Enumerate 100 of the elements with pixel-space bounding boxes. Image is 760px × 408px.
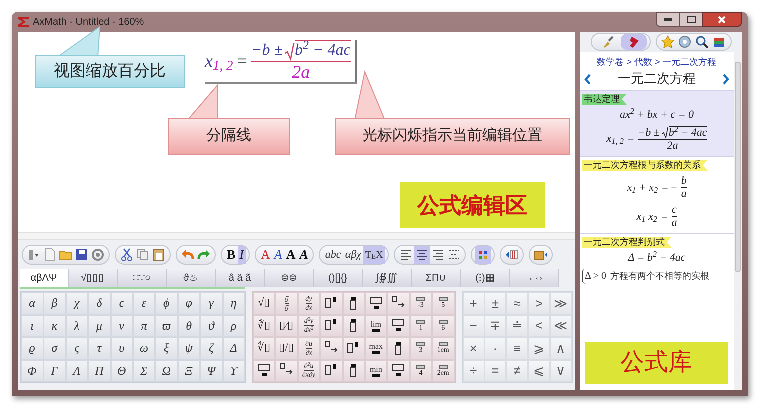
greek-symbol-key[interactable]: ϱ [21,337,44,360]
bold-italic-button[interactable]: A [298,246,310,264]
template-key[interactable] [364,292,388,314]
greek-symbol-key[interactable]: υ [110,337,134,360]
template-key[interactable] [387,360,410,382]
greek-symbol-key[interactable]: χ [66,292,88,314]
star-button[interactable] [660,34,676,50]
greek-symbol-key[interactable]: Λ [66,360,88,382]
greek-symbol-key[interactable]: ϖ [155,314,178,337]
greek-mode-button[interactable]: αβχ [343,246,364,264]
template-key[interactable] [342,360,366,382]
greek-symbol-key[interactable]: ρ [222,314,246,337]
greek-symbol-key[interactable]: Σ [132,360,156,382]
template-key[interactable] [387,337,410,360]
symbol-tab[interactable]: ∫∯∭ [363,269,412,287]
greek-symbol-key[interactable]: Ξ [178,360,200,382]
greek-symbol-key[interactable]: ξ [155,337,178,360]
greek-symbol-key[interactable]: θ [178,314,200,337]
operator-key[interactable]: × [462,337,485,360]
symbol-tab[interactable]: â ä ã [216,269,265,287]
template-key[interactable] [275,360,298,382]
greek-symbol-key[interactable]: ϕ [155,292,178,314]
greek-symbol-key[interactable]: Δ [222,337,246,360]
bold-style-button[interactable]: A [284,246,298,264]
template-key[interactable]: max [364,337,388,360]
greek-symbol-key[interactable]: φ [178,292,200,314]
italic-button[interactable]: I [238,246,246,264]
greek-symbol-key[interactable]: ε [132,292,156,314]
template-key[interactable] [252,360,276,382]
greek-symbol-key[interactable]: τ [88,337,111,360]
symbol-tab[interactable]: ϑ♨ [167,269,216,287]
template-key[interactable] [320,292,343,314]
bold-button[interactable]: B [225,246,238,264]
template-key[interactable] [320,314,343,337]
template-key[interactable]: ∜▯ [252,337,276,360]
color-grid-button[interactable] [475,246,492,264]
operator-key[interactable]: ∨ [550,360,572,382]
template-key[interactable] [342,314,366,337]
greek-symbol-key[interactable]: Ω [155,360,178,382]
greek-symbol-key[interactable]: ϵ [110,292,134,314]
template-key[interactable]: lim [364,314,388,337]
previous-icon[interactable] [584,74,591,84]
symbol-tab[interactable]: →⇔ [510,269,559,287]
operator-key[interactable]: = [484,360,506,382]
symbol-tab[interactable]: ∷∵○ [118,269,167,287]
greek-symbol-key[interactable]: ϑ [200,314,223,337]
greek-symbol-key[interactable]: ψ [178,337,200,360]
maximize-button[interactable] [680,12,702,27]
scrollbar-thumb[interactable] [735,62,741,272]
template-key[interactable] [387,314,410,337]
greek-symbol-key[interactable]: Θ [110,360,134,382]
minimize-button[interactable] [656,12,680,27]
template-key[interactable]: ▯⁄▯ [275,314,298,337]
operator-key[interactable]: ⩽ [528,360,550,382]
greek-symbol-key[interactable]: κ [43,314,66,337]
cut-button[interactable] [119,246,135,264]
operator-key[interactable]: ≐ [506,314,528,337]
greek-symbol-key[interactable]: σ [43,337,66,360]
greek-symbol-key[interactable]: π [132,314,156,337]
text-mode-button[interactable]: abc [323,246,344,264]
greek-symbol-key[interactable]: γ [200,292,223,314]
greek-symbol-key[interactable]: Γ [43,360,66,382]
symbol-tab[interactable]: ⊜⊜ [265,269,314,287]
symbol-tab[interactable]: αβΛΨ [20,269,69,287]
operator-key[interactable]: > [528,292,550,314]
template-key[interactable]: ▯/▯ [275,337,298,360]
greek-symbol-key[interactable]: ω [132,337,156,360]
operator-key[interactable]: · [484,337,506,360]
operator-key[interactable]: ∓ [484,314,506,337]
template-key[interactable]: min [364,360,388,382]
greek-symbol-key[interactable]: ζ [200,337,223,360]
align-center-button[interactable] [414,246,430,264]
operator-key[interactable]: ÷ [462,360,485,382]
greek-symbol-key[interactable]: ν [110,314,134,337]
greek-symbol-key[interactable]: β [43,292,66,314]
operator-key[interactable]: ± [484,292,506,314]
symbol-tab[interactable]: (⁝)▦ [461,269,510,287]
template-key[interactable] [320,337,343,360]
search-button[interactable] [694,34,710,50]
tex-mode-button[interactable]: T$_{E}$X [363,246,386,264]
vertical-scrollbar[interactable] [734,52,742,390]
font-color-button[interactable]: A [259,246,272,264]
bookmark-button[interactable] [620,34,646,50]
operator-key[interactable]: ≡ [506,337,528,360]
operator-key[interactable]: ∧ [550,337,572,360]
next-icon[interactable] [723,74,730,84]
template-key[interactable] [342,337,366,360]
template-key[interactable] [320,360,343,382]
operator-key[interactable]: ≈ [506,292,528,314]
horizontal-scrollbar[interactable] [18,232,575,240]
greek-symbol-key[interactable]: μ [88,314,111,337]
greek-symbol-key[interactable]: δ [88,292,111,314]
operator-key[interactable]: + [462,292,485,314]
symbol-tab[interactable]: √▯▯▯ [69,269,118,287]
greek-symbol-key[interactable]: Π [88,360,111,382]
disc-button[interactable] [676,34,694,50]
symbol-tab[interactable]: ΣΠ∪ [412,269,461,287]
close-button[interactable] [702,12,742,27]
template-key[interactable]: √▯ [252,292,276,314]
symbol-tab[interactable]: ()[]{} [314,269,363,287]
